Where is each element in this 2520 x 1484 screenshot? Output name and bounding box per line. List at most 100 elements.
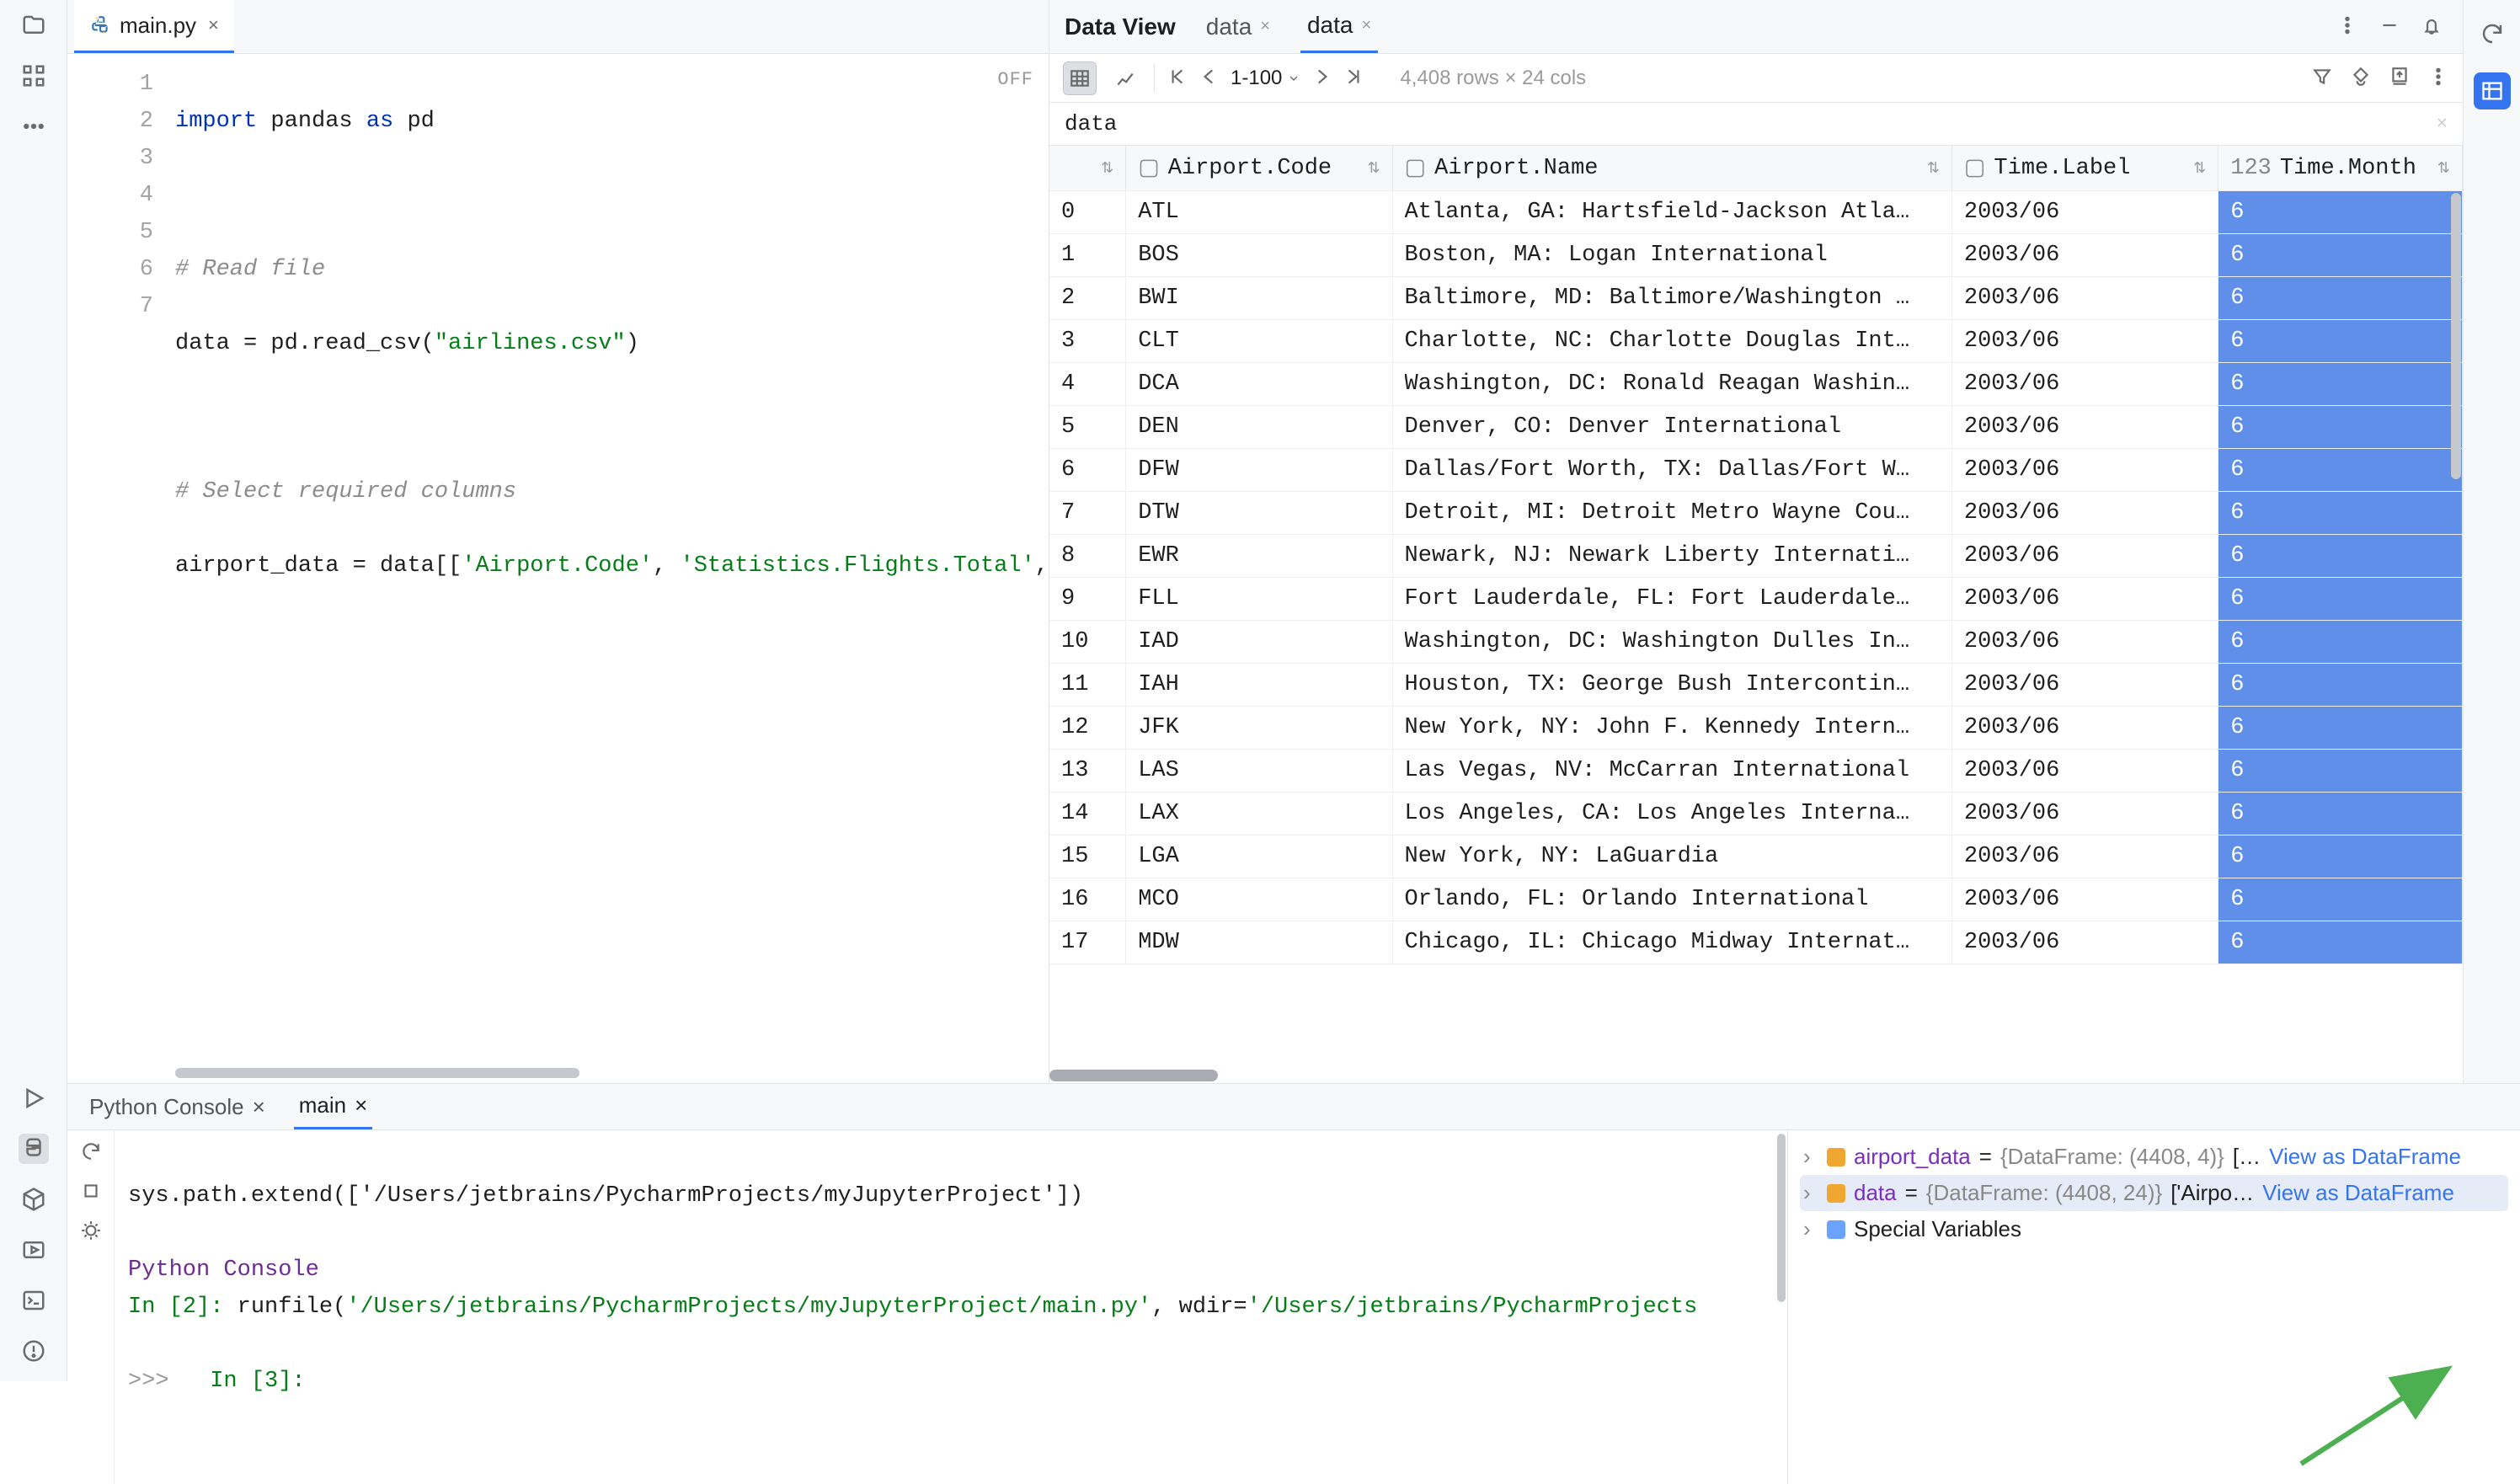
- table-row[interactable]: 1BOSBoston, MA: Logan International2003/…: [1049, 234, 2463, 277]
- color-scale-icon[interactable]: [2350, 66, 2372, 90]
- data-table-wrap: ⇅ ▢ Airport.Code ⇅ ▢ Airport.Name ⇅ ▢ Time.La…: [1049, 146, 2463, 1083]
- table-row[interactable]: 17MDWChicago, IL: Chicago Midway Interna…: [1049, 921, 2463, 964]
- editor-tab-main[interactable]: main.py ×: [74, 0, 234, 53]
- table-row[interactable]: 13LASLas Vegas, NV: McCarran Internation…: [1049, 750, 2463, 793]
- refresh-icon[interactable]: [2474, 15, 2511, 52]
- rerun-icon[interactable]: [80, 1140, 102, 1165]
- notifications-icon[interactable]: [2421, 14, 2443, 39]
- dataview-tool-icon[interactable]: [2474, 72, 2511, 109]
- column-type-icon: ▢: [1964, 154, 1986, 182]
- sort-icon[interactable]: ⇅: [1101, 159, 1113, 178]
- sort-icon[interactable]: ⇅: [1927, 159, 1940, 178]
- editor-gutter: 1234567: [67, 54, 175, 1083]
- table-row[interactable]: 3CLTCharlotte, NC: Charlotte Douglas Int…: [1049, 320, 2463, 363]
- table-row[interactable]: 0ATLAtlanta, GA: Hartsfield-Jackson Atla…: [1049, 191, 2463, 234]
- view-as-dataframe-link[interactable]: View as DataFrame: [2262, 1180, 2454, 1206]
- services-tool-icon[interactable]: [19, 1235, 49, 1265]
- console-line: Python Console: [128, 1257, 319, 1283]
- variable-row-special[interactable]: › Special Variables: [1800, 1211, 2508, 1247]
- annotation-arrow-icon: [2267, 1354, 2469, 1472]
- dataview-vertical-scrollbar[interactable]: [2451, 193, 2461, 479]
- close-icon[interactable]: ×: [2437, 114, 2448, 135]
- bottom-panel: Python Console× main× sys.path.extend(['…: [67, 1083, 2520, 1381]
- dataview-horizontal-scrollbar[interactable]: [1049, 1070, 1218, 1081]
- console-vertical-scrollbar[interactable]: [1777, 1134, 1786, 1302]
- column-type-icon: ▢: [1138, 154, 1160, 182]
- table-row[interactable]: 4DCAWashington, DC: Ronald Reagan Washin…: [1049, 363, 2463, 406]
- chevron-right-icon[interactable]: ›: [1803, 1216, 1818, 1242]
- table-row[interactable]: 12JFKNew York, NY: John F. Kennedy Inter…: [1049, 707, 2463, 750]
- console-tab-python[interactable]: Python Console×: [84, 1086, 270, 1129]
- special-vars-icon: [1827, 1220, 1845, 1239]
- row-col-count: 4,408 rows × 24 cols: [1400, 67, 1586, 90]
- column-type-icon: ▢: [1405, 154, 1427, 182]
- more-tool-icon[interactable]: [19, 111, 49, 141]
- terminal-tool-icon[interactable]: [19, 1285, 49, 1316]
- attach-debugger-icon[interactable]: [80, 1220, 102, 1244]
- close-icon[interactable]: ×: [355, 1092, 367, 1118]
- table-row[interactable]: 6DFWDallas/Fort Worth, TX: Dallas/Fort W…: [1049, 449, 2463, 492]
- table-view-button[interactable]: [1063, 61, 1097, 95]
- dataview-tabbar: Data View data× data×: [1049, 0, 2463, 54]
- first-page-icon[interactable]: [1167, 66, 1188, 90]
- prev-page-icon[interactable]: [1199, 66, 1220, 90]
- console-tab-main[interactable]: main×: [294, 1084, 373, 1129]
- last-page-icon[interactable]: [1343, 66, 1364, 90]
- sort-icon[interactable]: ⇅: [1367, 159, 1380, 178]
- data-table[interactable]: ⇅ ▢ Airport.Code ⇅ ▢ Airport.Name ⇅ ▢ Time.La…: [1049, 146, 2463, 964]
- column-header[interactable]: Airport.Name: [1434, 156, 1598, 181]
- sort-icon[interactable]: ⇅: [2437, 159, 2450, 178]
- editor-horizontal-scrollbar[interactable]: [175, 1068, 931, 1080]
- table-row[interactable]: 7DTWDetroit, MI: Detroit Metro Wayne Cou…: [1049, 492, 2463, 535]
- minimize-icon[interactable]: [2379, 14, 2400, 39]
- table-row[interactable]: 16MCOOrlando, FL: Orlando International2…: [1049, 878, 2463, 921]
- run-tool-icon[interactable]: [19, 1083, 49, 1113]
- editor-code[interactable]: import pandas as pd # Read file data = p…: [175, 54, 1049, 1083]
- view-as-dataframe-link[interactable]: View as DataFrame: [2269, 1144, 2461, 1170]
- close-icon[interactable]: ×: [253, 1094, 265, 1120]
- editor-body[interactable]: OFF 1234567 import pandas as pd # Read f…: [67, 54, 1049, 1083]
- column-header[interactable]: Time.Label: [1994, 156, 2130, 181]
- page-range-selector[interactable]: 1-100: [1231, 67, 1300, 90]
- editor-tab-label: main.py: [120, 13, 196, 39]
- python-console-tool-icon[interactable]: [19, 1134, 49, 1164]
- structure-tool-icon[interactable]: [19, 61, 49, 91]
- table-row[interactable]: 9FLLFort Lauderdale, FL: Fort Lauderdale…: [1049, 578, 2463, 621]
- dataview-menu-icon[interactable]: [2336, 14, 2358, 39]
- problems-tool-icon[interactable]: [19, 1336, 49, 1366]
- table-row[interactable]: 15LGANew York, NY: LaGuardia2003/066: [1049, 835, 2463, 878]
- packages-tool-icon[interactable]: [19, 1184, 49, 1214]
- chevron-right-icon[interactable]: ›: [1803, 1144, 1818, 1170]
- table-row[interactable]: 8EWRNewark, NJ: Newark Liberty Internati…: [1049, 535, 2463, 578]
- table-row[interactable]: 11IAHHouston, TX: George Bush Interconti…: [1049, 664, 2463, 707]
- close-icon[interactable]: ×: [1361, 16, 1371, 35]
- sort-icon[interactable]: ⇅: [2193, 159, 2206, 178]
- dataview-toolbar: 1-100 4,408 rows × 24 cols: [1049, 54, 2463, 103]
- next-page-icon[interactable]: [1311, 66, 1332, 90]
- chart-view-button[interactable]: [1108, 61, 1142, 95]
- project-tool-icon[interactable]: [19, 10, 49, 40]
- dataview-tab-1[interactable]: data×: [1199, 2, 1277, 52]
- table-row[interactable]: 5DENDenver, CO: Denver International2003…: [1049, 406, 2463, 449]
- column-header[interactable]: Airport.Code: [1168, 156, 1332, 181]
- python-file-icon: [89, 14, 111, 36]
- stop-icon[interactable]: [80, 1180, 102, 1204]
- console-output[interactable]: sys.path.extend(['/Users/jetbrains/Pycha…: [115, 1130, 1787, 1484]
- dataframe-icon: [1827, 1148, 1845, 1166]
- column-header[interactable]: Time.Month: [2280, 156, 2416, 181]
- dataview-tab-2[interactable]: data×: [1300, 0, 1378, 53]
- table-row[interactable]: 2BWIBaltimore, MD: Baltimore/Washington …: [1049, 277, 2463, 320]
- dataview-more-icon[interactable]: [2427, 66, 2449, 90]
- variable-row-data[interactable]: › data = {DataFrame: (4408, 24)} ['Airpo…: [1800, 1175, 2508, 1211]
- filter-icon[interactable]: [2311, 66, 2333, 90]
- export-icon[interactable]: [2389, 66, 2411, 90]
- chevron-right-icon[interactable]: ›: [1803, 1180, 1818, 1206]
- dataframe-icon: [1827, 1184, 1845, 1203]
- table-row[interactable]: 10IADWashington, DC: Washington Dulles I…: [1049, 621, 2463, 664]
- close-icon[interactable]: ×: [208, 14, 219, 36]
- variable-row-airport-data[interactable]: › airport_data = {DataFrame: (4408, 4)} …: [1800, 1139, 2508, 1175]
- close-icon[interactable]: ×: [1260, 17, 1270, 36]
- inspection-off-badge: OFF: [997, 69, 1033, 90]
- table-row[interactable]: 14LAXLos Angeles, CA: Los Angeles Intern…: [1049, 793, 2463, 835]
- column-type-icon: 123: [2230, 156, 2272, 181]
